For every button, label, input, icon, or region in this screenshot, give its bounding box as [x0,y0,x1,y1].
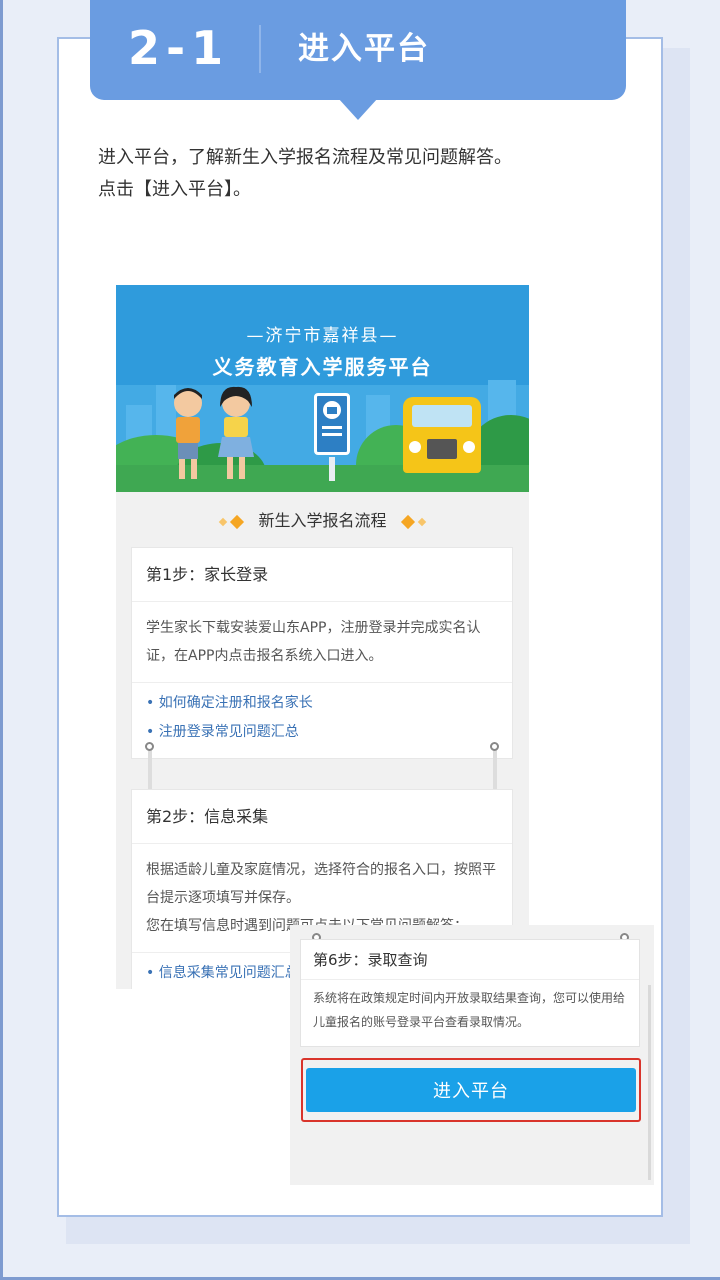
diamond-icon [219,517,228,526]
step-6-title: 第6步：录取查询 [301,940,639,980]
banner-subtitle: —济宁市嘉祥县— [246,326,399,346]
platform-screenshot: —济宁市嘉祥县— 义务教育入学服务平台 新生入学报名流程 第1步：家长登录 学生… [116,285,529,989]
platform-banner: —济宁市嘉祥县— 义务教育入学服务平台 [116,285,529,492]
chain-connector [493,747,497,793]
flow-heading: 新生入学报名流程 [116,507,529,531]
intro-text: 进入平台，了解新生入学报名流程及常见问题解答。 点击【进入平台】。 [98,142,512,206]
chain-connector [148,747,152,793]
bus-stop-sign [314,393,350,455]
link-confirm-parent[interactable]: • 如何确定注册和报名家长 [146,689,498,718]
page-edge-left [0,0,3,1280]
school-bus-illustration [403,397,481,473]
boy-illustration [174,388,202,479]
scrollbar[interactable] [648,985,651,1180]
link-login-faq[interactable]: • 注册登录常见问题汇总 [146,718,498,747]
step-number: 2-1 [128,21,230,75]
ring-icon [145,742,154,751]
ribbon-pointer [338,98,378,120]
school-icon [322,401,342,436]
flow-heading-label: 新生入学报名流程 [258,511,387,530]
step-1-body: 学生家长下载安装爱山东APP，注册登录并完成实名认证，在APP内点击报名系统入口… [132,602,512,683]
girl-illustration [218,386,254,479]
step-2-title: 第2步：信息采集 [132,790,512,844]
step-2-description: 根据适龄儿童及家庭情况，选择符合的报名入口，按照平台提示逐项填写并保存。 [146,862,496,906]
ribbon-divider [259,25,261,73]
enter-platform-button[interactable]: 进入平台 [306,1068,636,1112]
step-card-1: 第1步：家长登录 学生家长下载安装爱山东APP，注册登录并完成实名认证，在APP… [131,547,513,759]
intro-line-2: 点击【进入平台】。 [98,179,251,200]
step-1-links: • 如何确定注册和报名家长 • 注册登录常见问题汇总 [132,683,512,753]
step-1-title: 第1步：家长登录 [132,548,512,602]
diamond-icon [417,517,426,526]
banner-title: 义务教育入学服务平台 [212,355,433,379]
enter-platform-overlay: 第6步：录取查询 系统将在政策规定时间内开放录取结果查询，您可以使用给儿童报名的… [290,925,654,1185]
step-card-6: 第6步：录取查询 系统将在政策规定时间内开放录取结果查询，您可以使用给儿童报名的… [300,939,640,1047]
diamond-icon [400,514,415,529]
step-title: 进入平台 [298,31,430,67]
ring-icon [490,742,499,751]
diamond-icon [230,514,245,529]
step-6-body: 系统将在政策规定时间内开放录取结果查询，您可以使用给儿童报名的账号登录平台查看录… [313,991,626,1029]
intro-line-1: 进入平台，了解新生入学报名流程及常见问题解答。 [98,147,512,168]
